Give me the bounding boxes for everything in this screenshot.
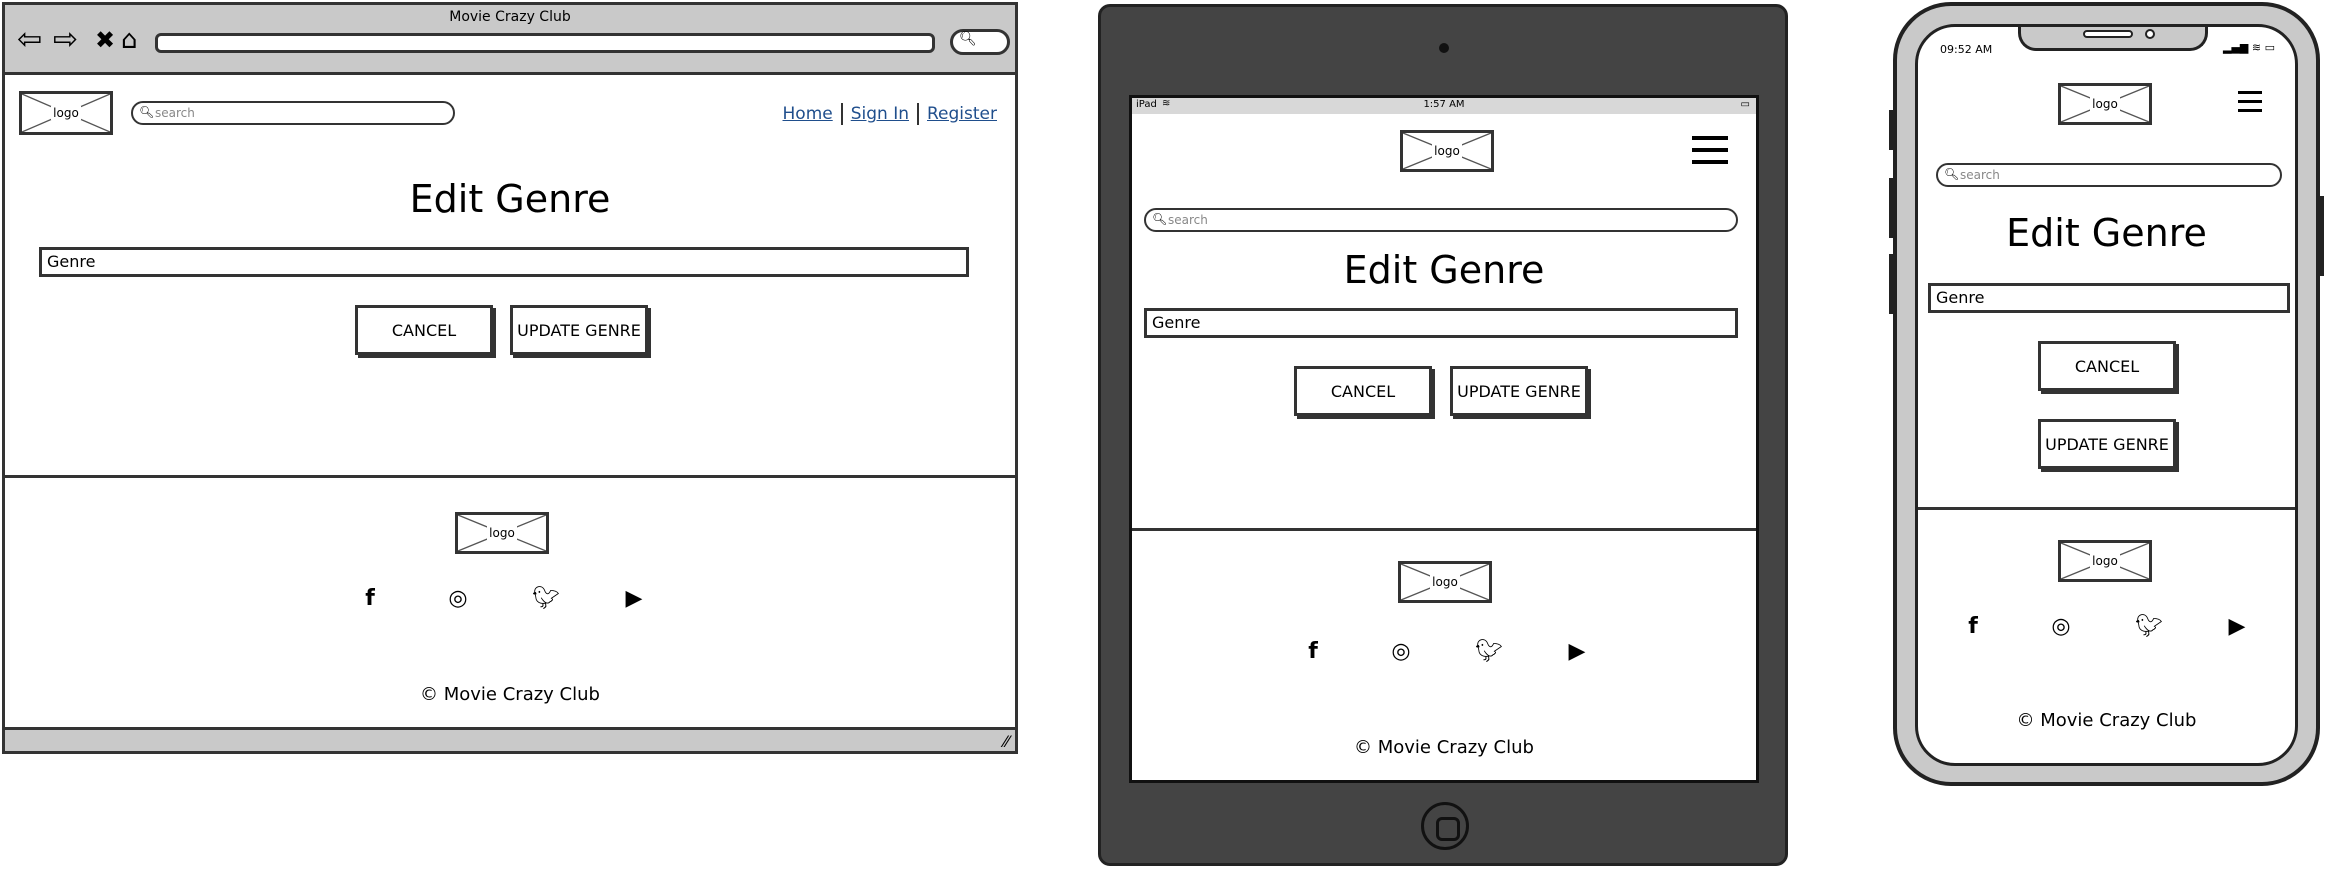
logo-label: logo bbox=[1430, 575, 1460, 589]
tablet-screen: iPad ≋ 1:57 AM ▭ logo 🔍︎ search Edit Gen… bbox=[1129, 95, 1759, 783]
instagram-icon[interactable]: ◎ bbox=[1386, 639, 1416, 664]
update-genre-button[interactable]: UPDATE GENRE bbox=[1450, 366, 1588, 416]
tablet-status-bar: iPad ≋ 1:57 AM ▭ bbox=[1132, 98, 1756, 114]
header-logo[interactable]: logo bbox=[1400, 130, 1494, 172]
speaker-icon bbox=[2083, 30, 2133, 38]
nav-home-link[interactable]: Home bbox=[783, 104, 833, 124]
resize-handle-icon[interactable]: ⁄⁄ bbox=[1004, 732, 1009, 751]
tablet-device: iPad ≋ 1:57 AM ▭ logo 🔍︎ search Edit Gen… bbox=[1098, 4, 1788, 866]
tablet-clock: 1:57 AM bbox=[1423, 99, 1465, 110]
search-placeholder: search bbox=[1960, 168, 2000, 182]
cancel-button[interactable]: CANCEL bbox=[2038, 341, 2176, 391]
url-bar[interactable] bbox=[155, 33, 935, 53]
youtube-icon[interactable]: ▶ bbox=[619, 586, 649, 611]
twitter-icon[interactable]: 🐦︎ bbox=[1474, 639, 1504, 664]
copyright-text: © Movie Crazy Club bbox=[2016, 710, 2197, 731]
camera-icon bbox=[2145, 29, 2155, 39]
phone-device: 09:52 AM ▂▄▆ ≋ ▭ logo 🔍︎ search Edit Gen… bbox=[1893, 2, 2320, 786]
youtube-icon[interactable]: ▶ bbox=[2222, 614, 2252, 639]
cancel-button[interactable]: CANCEL bbox=[355, 305, 493, 355]
copyright-text: © Movie Crazy Club bbox=[1354, 737, 1534, 758]
nav-sign-in-link[interactable]: Sign In bbox=[851, 104, 909, 124]
genre-input[interactable]: Genre bbox=[1144, 308, 1738, 338]
phone-screen: 09:52 AM ▂▄▆ ≋ ▭ logo 🔍︎ search Edit Gen… bbox=[1915, 24, 2298, 766]
page-title: Edit Genre bbox=[2006, 211, 2207, 255]
nav-register-link[interactable]: Register bbox=[927, 104, 997, 124]
signal-wifi-battery-icon: ▂▄▆ ≋ ▭ bbox=[2223, 41, 2275, 54]
footer-logo[interactable]: logo bbox=[455, 512, 549, 554]
search-placeholder: search bbox=[1168, 213, 1208, 227]
nav-divider bbox=[840, 103, 843, 125]
youtube-icon[interactable]: ▶ bbox=[1562, 639, 1592, 664]
camera-icon bbox=[1439, 43, 1449, 53]
search-input[interactable]: 🔍︎ search bbox=[1936, 163, 2282, 187]
hamburger-menu-icon[interactable] bbox=[2238, 91, 2262, 120]
facebook-icon[interactable]: f bbox=[355, 586, 385, 611]
logo-label: logo bbox=[2090, 554, 2120, 568]
nav-divider bbox=[917, 103, 919, 125]
search-icon: 🔍︎ bbox=[1152, 212, 1168, 226]
facebook-icon[interactable]: f bbox=[1298, 639, 1328, 664]
phone-notch bbox=[2018, 27, 2208, 51]
back-icon[interactable]: ⇦ bbox=[17, 25, 42, 55]
nav-links: Home Sign In Register bbox=[783, 103, 997, 125]
header-logo[interactable]: logo bbox=[2058, 83, 2152, 125]
browser-status-bar: ⁄⁄ bbox=[5, 727, 1015, 751]
search-icon: 🔍︎ bbox=[139, 105, 155, 119]
instagram-icon[interactable]: ◎ bbox=[2046, 614, 2076, 639]
browser-toolbar: Movie Crazy Club ⇦ ⇨ ✖ ⌂ 🔍︎ bbox=[5, 5, 1015, 75]
footer-logo[interactable]: logo bbox=[1398, 561, 1492, 603]
phone-clock: 09:52 AM bbox=[1940, 43, 1993, 56]
logo-label: logo bbox=[1432, 144, 1462, 158]
twitter-icon[interactable]: 🐦︎ bbox=[2134, 614, 2164, 639]
search-input[interactable]: 🔍︎ search bbox=[131, 101, 455, 125]
browser-search-button[interactable]: 🔍︎ bbox=[950, 29, 1010, 55]
update-genre-button[interactable]: UPDATE GENRE bbox=[2038, 419, 2176, 469]
page-title: Edit Genre bbox=[1343, 248, 1545, 292]
close-icon[interactable]: ✖ bbox=[95, 25, 115, 55]
battery-icon: ▭ bbox=[1740, 99, 1750, 110]
home-icon[interactable]: ⌂ bbox=[121, 25, 138, 55]
header-logo[interactable]: logo bbox=[19, 91, 113, 135]
page-title: Edit Genre bbox=[409, 177, 611, 221]
search-placeholder: search bbox=[155, 106, 195, 120]
hamburger-menu-icon[interactable] bbox=[1692, 136, 1728, 172]
cancel-button[interactable]: CANCEL bbox=[1294, 366, 1432, 416]
search-icon: 🔍︎ bbox=[1944, 167, 1960, 181]
instagram-icon[interactable]: ◎ bbox=[443, 586, 473, 611]
search-icon: 🔍︎ bbox=[959, 31, 977, 47]
footer: logo f ◎ 🐦︎ ▶ © Movie Crazy Club bbox=[5, 475, 1015, 731]
footer: logo f ◎ 🐦︎ ▶ © Movie Crazy Club bbox=[1132, 528, 1756, 780]
genre-input[interactable]: Genre bbox=[1928, 283, 2290, 313]
update-genre-button[interactable]: UPDATE GENRE bbox=[510, 305, 648, 355]
logo-label: logo bbox=[487, 526, 517, 540]
home-button[interactable] bbox=[1421, 802, 1469, 850]
desktop-browser-window: Movie Crazy Club ⇦ ⇨ ✖ ⌂ 🔍︎ logo 🔍︎ sear… bbox=[2, 2, 1018, 754]
footer-logo[interactable]: logo bbox=[2058, 540, 2152, 582]
forward-icon[interactable]: ⇨ bbox=[53, 25, 78, 55]
facebook-icon[interactable]: f bbox=[1958, 614, 1988, 639]
logo-label: logo bbox=[51, 106, 81, 120]
logo-label: logo bbox=[2090, 97, 2120, 111]
twitter-icon[interactable]: 🐦︎ bbox=[531, 586, 561, 611]
search-input[interactable]: 🔍︎ search bbox=[1144, 208, 1738, 232]
footer: logo f ◎ 🐦︎ ▶ © Movie Crazy Club bbox=[1918, 507, 2295, 763]
copyright-text: © Movie Crazy Club bbox=[420, 684, 600, 705]
genre-input[interactable]: Genre bbox=[39, 247, 969, 277]
browser-title: Movie Crazy Club bbox=[449, 9, 571, 25]
